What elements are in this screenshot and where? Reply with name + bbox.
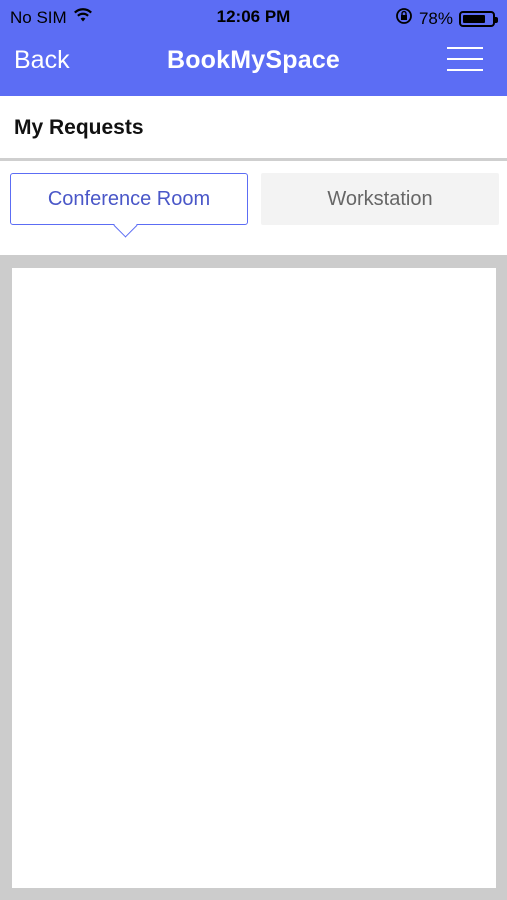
status-right: 78% — [395, 7, 499, 30]
app-title: BookMySpace — [166, 46, 341, 74]
requests-content-area — [0, 255, 507, 900]
screen: No SIM 12:06 PM 78% Back BookMySpace My … — [0, 0, 507, 900]
orientation-lock-icon — [395, 7, 413, 30]
page-title-section: My Requests — [0, 96, 507, 161]
tab-label: Workstation — [327, 187, 433, 210]
tab-label: Conference Room — [47, 187, 211, 210]
status-bar: No SIM 12:06 PM 78% — [0, 0, 507, 34]
hamburger-menu-icon[interactable] — [447, 47, 483, 73]
app-header: No SIM 12:06 PM 78% Back BookMySpace — [0, 0, 507, 96]
request-type-tabs: Conference Room Workstation — [0, 161, 507, 255]
requests-list-panel — [12, 268, 496, 888]
page-title: My Requests — [14, 116, 144, 139]
battery-percent: 78% — [418, 8, 453, 28]
battery-icon — [459, 10, 498, 27]
tab-conference-room[interactable]: Conference Room — [10, 173, 248, 238]
tab-workstation[interactable]: Workstation — [261, 173, 499, 225]
battery-fill — [463, 14, 485, 23]
nav-bar: Back BookMySpace — [0, 38, 507, 86]
selected-tab-pointer — [113, 213, 138, 238]
